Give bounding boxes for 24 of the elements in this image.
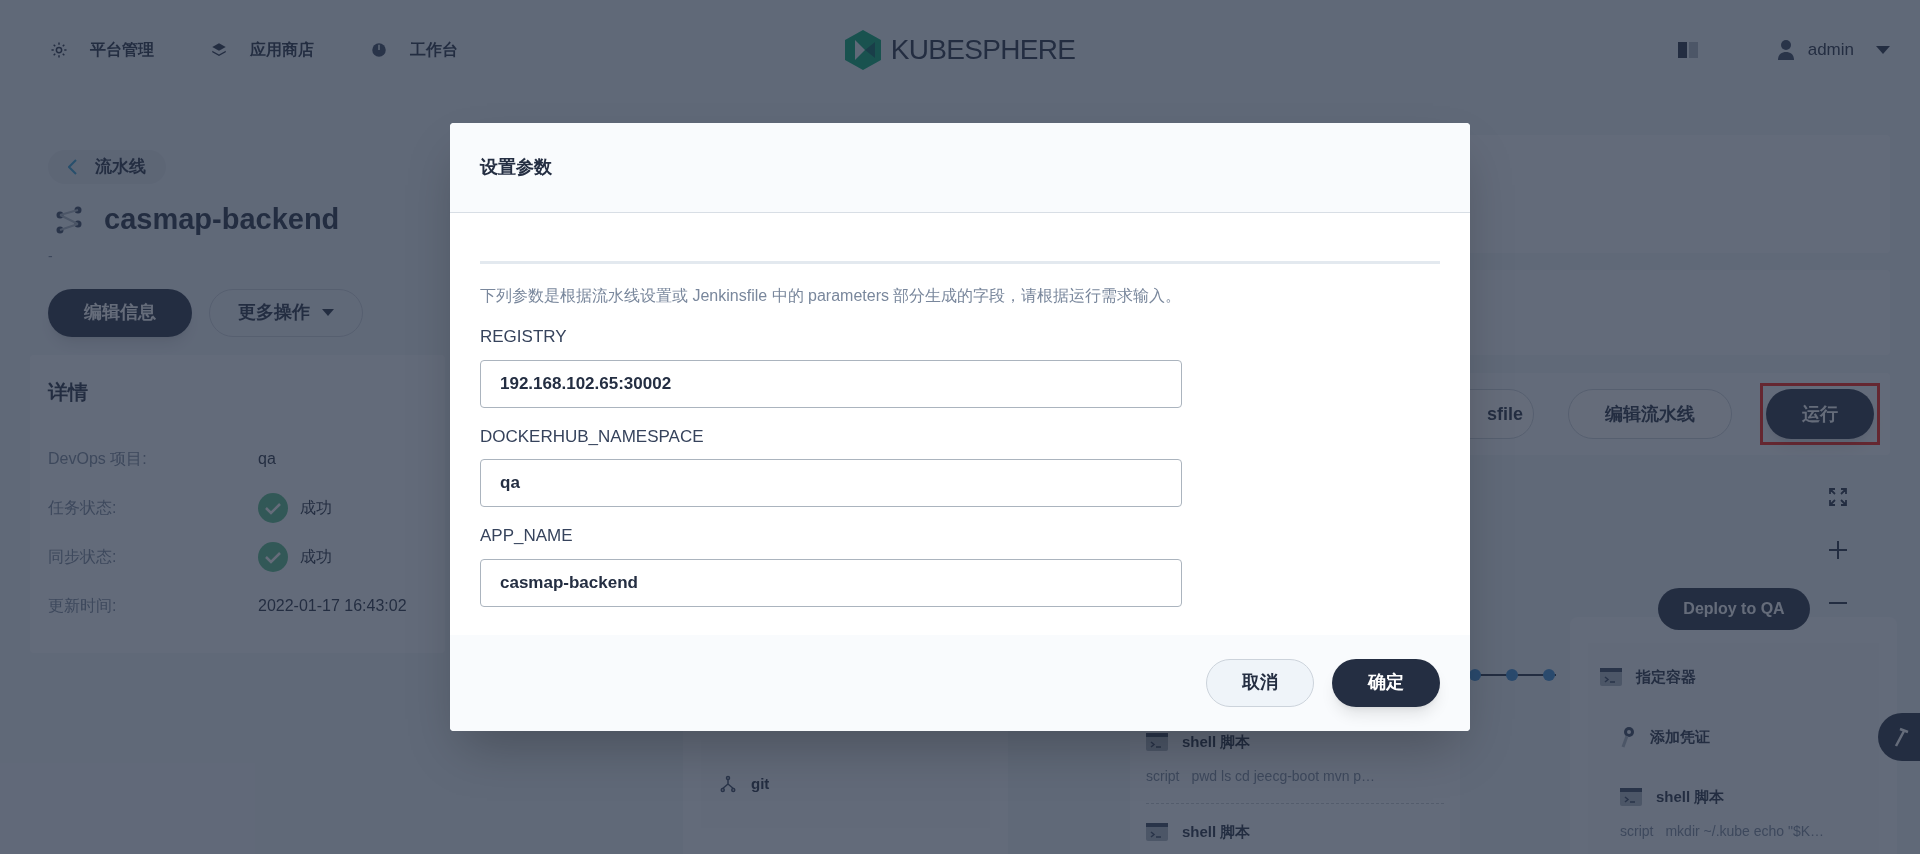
detail-value: 2022-01-17 16:43:02	[258, 596, 407, 616]
step-title: 指定容器	[1636, 666, 1696, 687]
param-input[interactable]: 192.168.102.65:30002	[480, 359, 1182, 408]
step-title: shell 脚本	[1182, 821, 1251, 842]
details-title: 详情	[48, 379, 88, 405]
detail-value: qa	[258, 449, 276, 469]
detail-value: 成功	[300, 498, 332, 518]
step-title: shell 脚本	[1182, 731, 1251, 752]
detail-value: 成功	[300, 547, 332, 567]
step-title: git	[751, 773, 770, 794]
pipeline-description: -	[48, 246, 53, 266]
param-label: DOCKERHUB_NAMESPACE	[480, 425, 704, 448]
modal-title: 设置参数	[480, 156, 552, 179]
confirm-button[interactable]: 确定	[1332, 658, 1440, 707]
param-input[interactable]: casmap-backend	[480, 558, 1182, 607]
logo-text: KUBESPHERE	[890, 33, 1076, 67]
param-label: REGISTRY	[480, 326, 567, 348]
step-title: shell 脚本	[1656, 786, 1725, 807]
param-label: APP_NAME	[480, 525, 573, 547]
step-title: 添加凭证	[1650, 726, 1710, 747]
param-input[interactable]: qa	[480, 459, 1182, 507]
cancel-button[interactable]: 取消	[1206, 658, 1314, 707]
pipeline-title: casmap-backend	[104, 202, 340, 237]
modal-description: 下列参数是根据流水线设置或 Jenkinsfile 中的 parameters 部分生成的字段，请根据运行需求输入。	[480, 286, 1183, 306]
